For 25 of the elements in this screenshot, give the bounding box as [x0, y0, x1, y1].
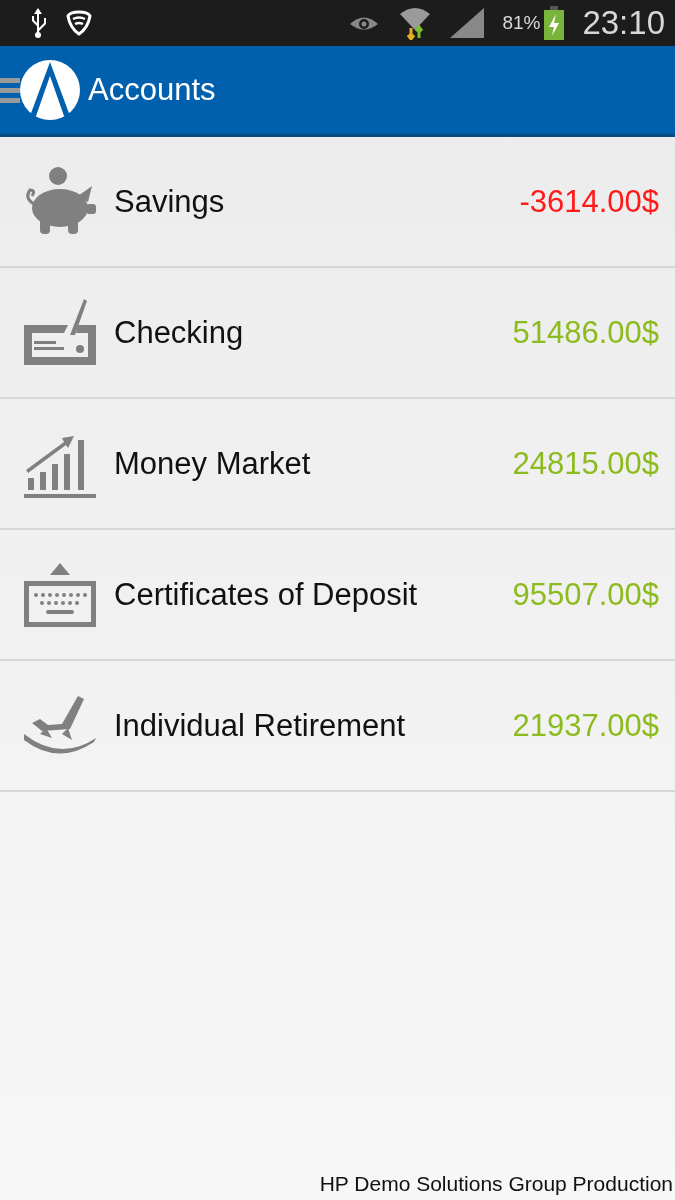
screen-title: Accounts	[88, 72, 216, 108]
account-row[interactable]: Certificates of Deposit 95507.00$	[0, 530, 675, 661]
shield-icon	[66, 10, 92, 36]
battery-percent: 81%	[502, 12, 541, 34]
signal-icon	[450, 8, 485, 38]
clock-time: 23:10	[582, 4, 665, 42]
account-name: Certificates of Deposit	[114, 576, 419, 613]
menu-icon[interactable]	[0, 75, 20, 105]
account-balance: 24815.00$	[512, 445, 659, 482]
account-name: Savings	[114, 183, 226, 220]
account-balance: 21937.00$	[512, 707, 659, 744]
account-name: Individual Retirement	[114, 707, 407, 744]
account-row[interactable]: Money Market 24815.00$	[0, 399, 675, 530]
account-row[interactable]: Checking 51486.00$	[0, 268, 675, 399]
footer-credit: HP Demo Solutions Group Production	[319, 1172, 674, 1197]
account-balance: 95507.00$	[512, 576, 659, 613]
account-balance: -3614.00$	[519, 183, 659, 220]
app-logo-icon	[20, 60, 80, 120]
account-name: Money Market	[114, 445, 312, 482]
wifi-icon	[398, 6, 433, 40]
battery-icon	[544, 6, 565, 40]
account-row[interactable]: Individual Retirement 21937.00$	[0, 661, 675, 792]
account-name: Checking	[114, 314, 245, 351]
account-row[interactable]: Savings -3614.00$	[0, 137, 675, 268]
account-balance: 51486.00$	[512, 314, 659, 351]
